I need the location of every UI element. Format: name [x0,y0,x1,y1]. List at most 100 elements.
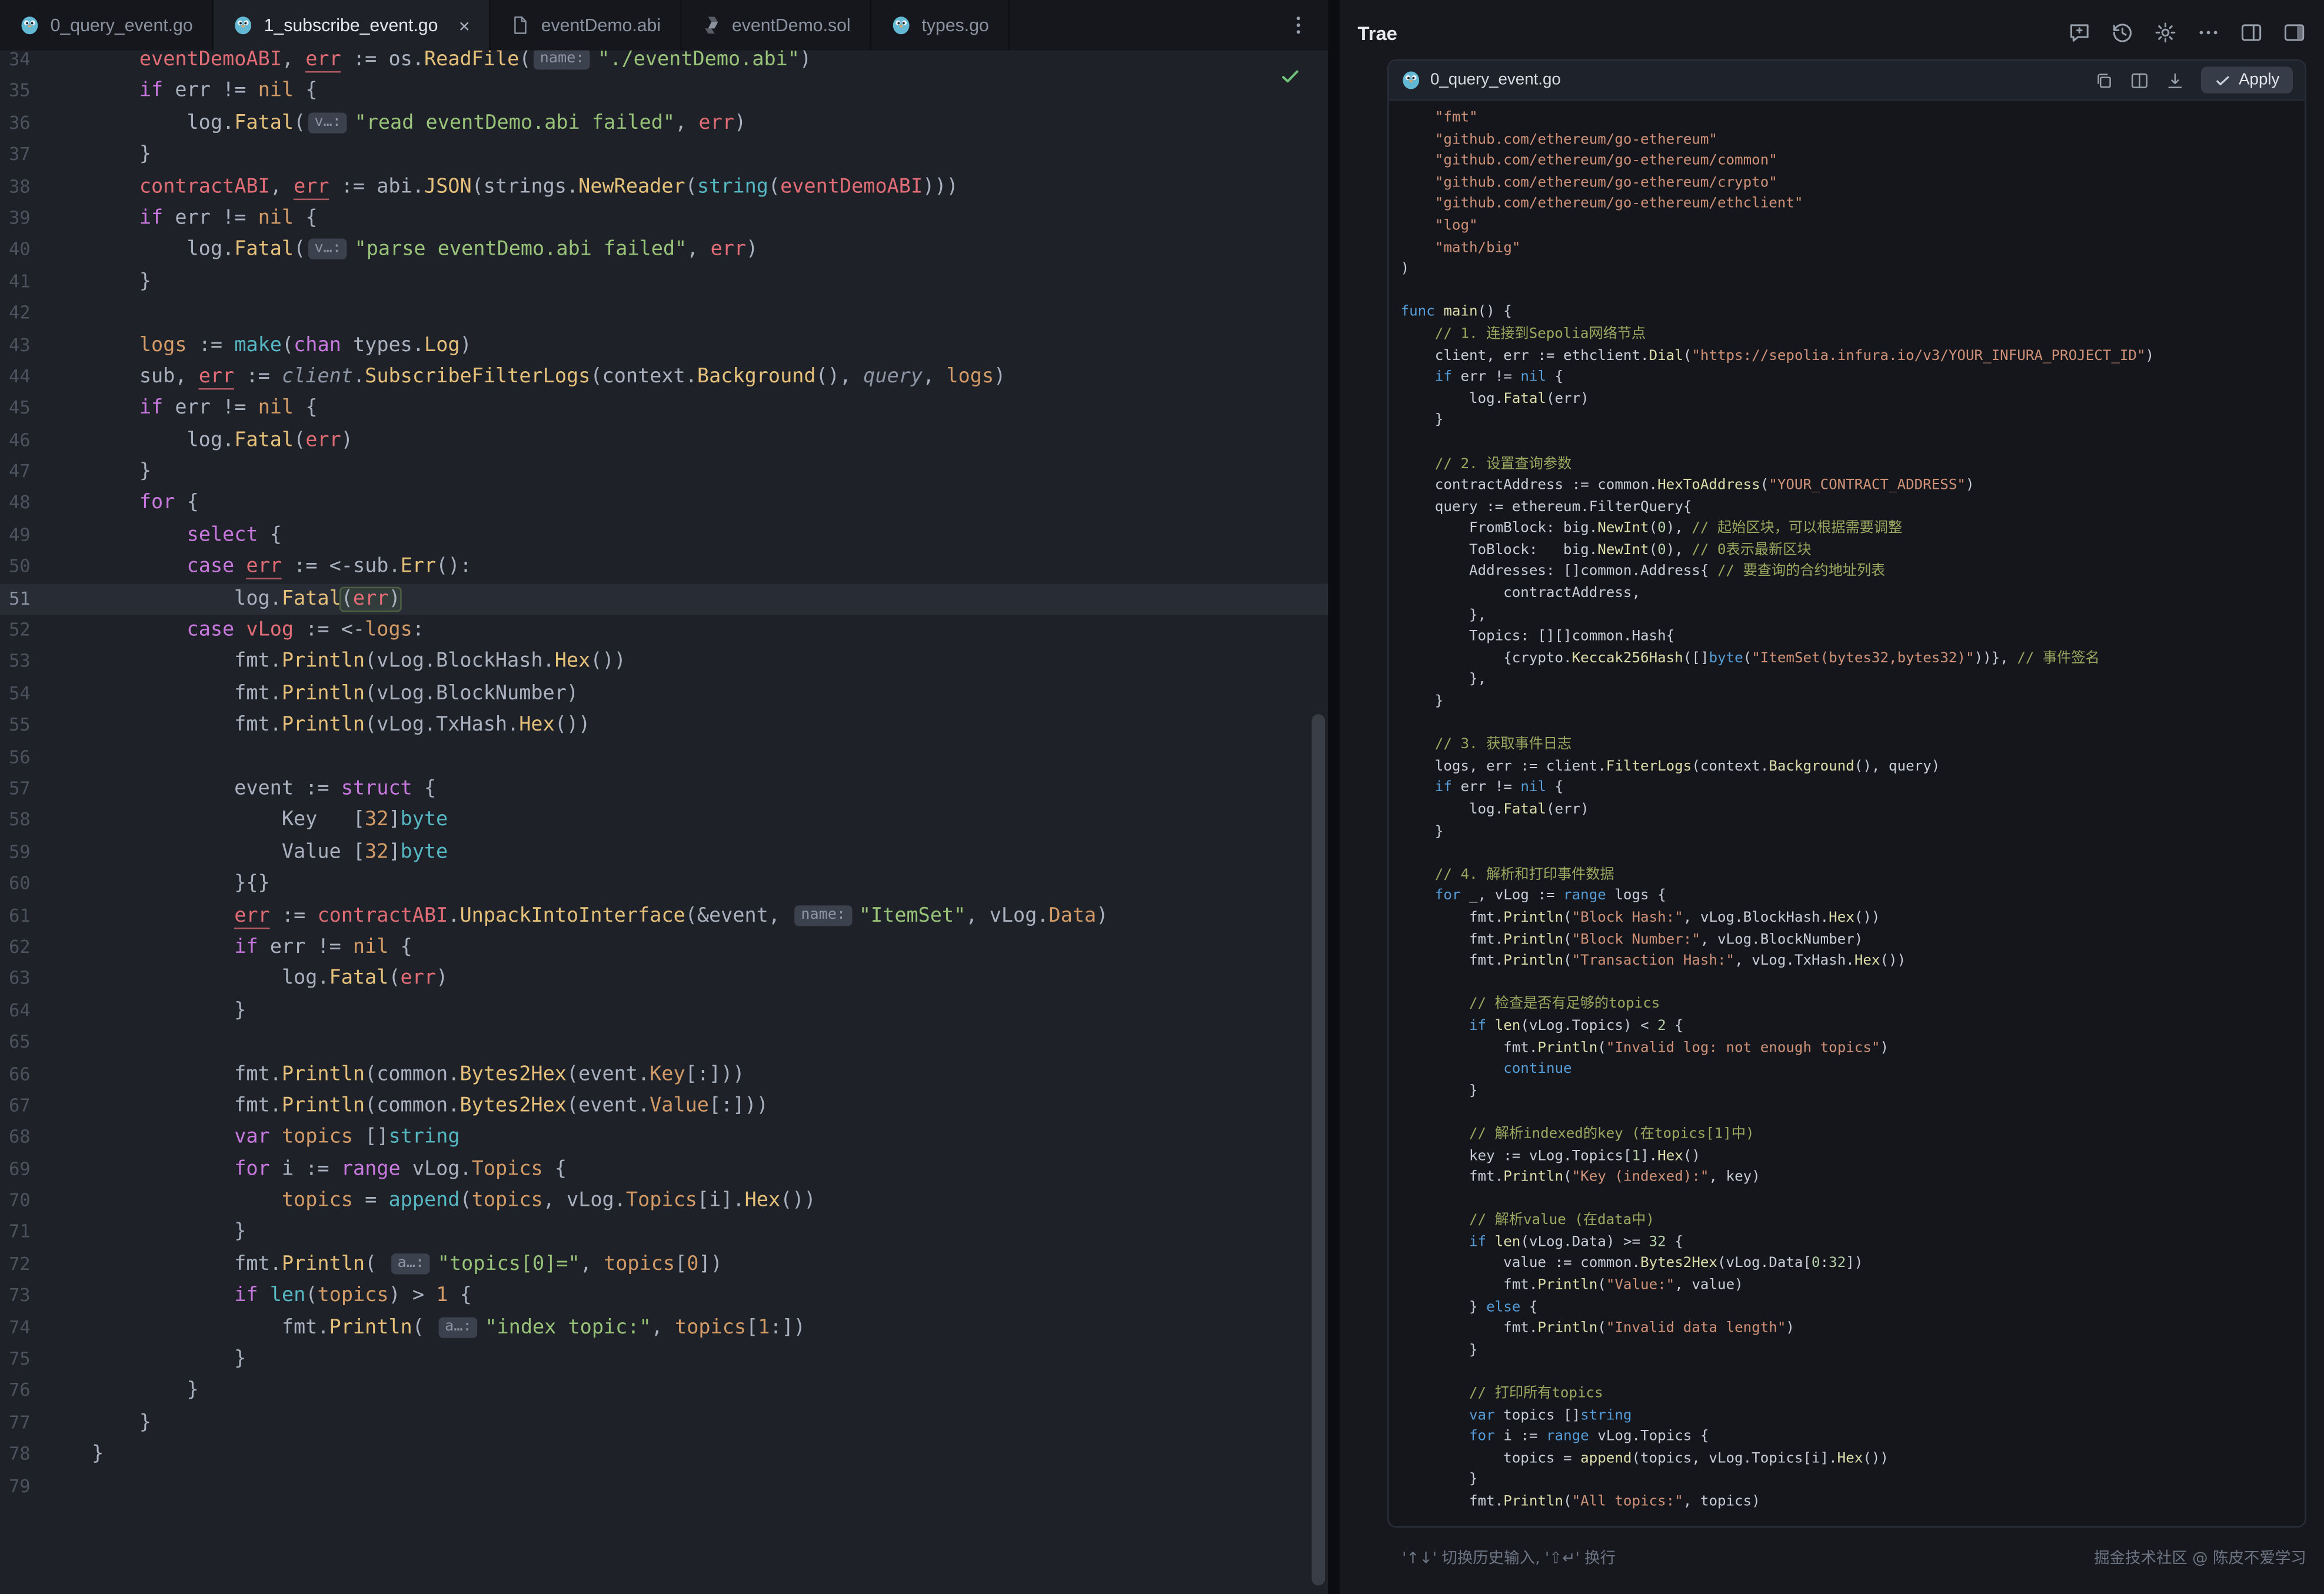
line-number[interactable]: 65 [0,1027,86,1059]
code-line-53[interactable]: 53 fmt.Println(vLog.BlockHash.Hex()) [0,646,1328,678]
copy-code-icon[interactable] [2095,71,2115,90]
line-number[interactable]: 77 [0,1408,86,1439]
line-number[interactable]: 60 [0,869,86,901]
code-line-67[interactable]: 67 fmt.Println(common.Bytes2Hex(event.Va… [0,1091,1328,1122]
code-line-36[interactable]: 36 log.Fatal(v…:"read eventDemo.abi fail… [0,108,1328,139]
line-number[interactable]: 78 [0,1439,86,1471]
code-line-56[interactable]: 56 [0,742,1328,773]
code-line-62[interactable]: 62 if err != nil { [0,932,1328,963]
code-line-64[interactable]: 64 } [0,995,1328,1027]
line-number[interactable]: 49 [0,520,86,552]
code-line-73[interactable]: 73 if len(topics) > 1 { [0,1280,1328,1312]
code-line-44[interactable]: 44 sub, err := client.SubscribeFilterLog… [0,361,1328,393]
line-number[interactable]: 48 [0,488,86,520]
line-number[interactable]: 40 [0,235,86,266]
code-line-74[interactable]: 74 fmt.Println( a…:"index topic:", topic… [0,1312,1328,1344]
new-chat-icon[interactable] [2067,21,2091,44]
code-line-71[interactable]: 71 } [0,1217,1328,1249]
panel-layout-icon[interactable] [2239,21,2263,44]
code-line-40[interactable]: 40 log.Fatal(v…:"parse eventDemo.abi fai… [0,235,1328,266]
line-number[interactable]: 63 [0,963,86,995]
code-line-60[interactable]: 60 }{} [0,869,1328,901]
collapse-panel-icon[interactable] [2282,21,2306,44]
tab-0_query_event.go[interactable]: 0_query_event.go [0,0,214,51]
code-line-54[interactable]: 54 fmt.Println(vLog.BlockNumber) [0,678,1328,710]
tab-types.go[interactable]: types.go [871,0,1010,51]
line-number[interactable]: 69 [0,1154,86,1186]
code-line-79[interactable]: 79 [0,1470,1328,1502]
line-number[interactable]: 46 [0,425,86,456]
code-line-42[interactable]: 42 [0,298,1328,330]
code-line-61[interactable]: 61 err := contractABI.UnpackIntoInterfac… [0,900,1328,932]
line-number[interactable]: 74 [0,1312,86,1344]
code-line-47[interactable]: 47 } [0,456,1328,488]
line-number[interactable]: 79 [0,1470,86,1502]
code-line-65[interactable]: 65 [0,1027,1328,1059]
line-number[interactable]: 50 [0,552,86,583]
line-number[interactable]: 70 [0,1185,86,1217]
line-number[interactable]: 71 [0,1217,86,1249]
pane-divider[interactable] [1328,0,1340,1594]
line-number[interactable]: 51 [0,583,86,615]
insert-code-icon[interactable] [2166,71,2186,90]
line-number[interactable]: 36 [0,108,86,139]
line-number[interactable]: 64 [0,995,86,1027]
line-number[interactable]: 61 [0,900,86,932]
code-line-43[interactable]: 43 logs := make(chan types.Log) [0,330,1328,362]
line-number[interactable]: 76 [0,1376,86,1408]
line-number[interactable]: 57 [0,773,86,805]
code-line-70[interactable]: 70 topics = append(topics, vLog.Topics[i… [0,1185,1328,1217]
tab-bar-more-icon[interactable] [1287,14,1310,37]
code-line-63[interactable]: 63 log.Fatal(err) [0,963,1328,995]
code-line-77[interactable]: 77 } [0,1408,1328,1439]
code-line-34[interactable]: 34 eventDemoABI, err := os.ReadFile(name… [0,51,1328,76]
tab-1_subscribe_event.go[interactable]: 1_subscribe_event.go× [214,0,491,51]
line-number[interactable]: 66 [0,1059,86,1091]
line-number[interactable]: 55 [0,710,86,742]
line-number[interactable]: 68 [0,1122,86,1154]
code-line-58[interactable]: 58 Key [32]byte [0,805,1328,837]
line-number[interactable]: 44 [0,361,86,393]
code-line-69[interactable]: 69 for i := range vLog.Topics { [0,1154,1328,1186]
editor-scrollbar[interactable] [1311,714,1325,1585]
line-number[interactable]: 56 [0,742,86,773]
code-line-37[interactable]: 37 } [0,139,1328,171]
line-number[interactable]: 47 [0,456,86,488]
code-line-45[interactable]: 45 if err != nil { [0,393,1328,425]
line-number[interactable]: 53 [0,646,86,678]
line-number[interactable]: 54 [0,678,86,710]
apply-button[interactable]: Apply [2202,66,2293,93]
code-editor[interactable]: 34 eventDemoABI, err := os.ReadFile(name… [0,51,1328,1594]
code-line-35[interactable]: 35 if err != nil { [0,76,1328,108]
line-number[interactable]: 39 [0,203,86,235]
code-line-39[interactable]: 39 if err != nil { [0,203,1328,235]
line-number[interactable]: 37 [0,139,86,171]
code-line-41[interactable]: 41 } [0,266,1328,298]
code-line-72[interactable]: 72 fmt.Println( a…:"topics[0]=", topics[… [0,1249,1328,1280]
code-line-48[interactable]: 48 for { [0,488,1328,520]
code-line-76[interactable]: 76 } [0,1376,1328,1408]
more-options-icon[interactable] [2196,21,2220,44]
line-number[interactable]: 34 [0,51,86,76]
line-number[interactable]: 58 [0,805,86,837]
settings-gear-icon[interactable] [2153,21,2177,44]
code-line-52[interactable]: 52 case vLog := <-logs: [0,615,1328,647]
line-number[interactable]: 45 [0,393,86,425]
code-line-55[interactable]: 55 fmt.Println(vLog.TxHash.Hex()) [0,710,1328,742]
history-icon[interactable] [2110,21,2134,44]
code-line-46[interactable]: 46 log.Fatal(err) [0,425,1328,456]
line-number[interactable]: 43 [0,330,86,362]
assistant-code-block[interactable]: "fmt" "github.com/ethereum/go-ethereum" … [1389,101,2305,1525]
line-number[interactable]: 73 [0,1280,86,1312]
line-number[interactable]: 67 [0,1091,86,1122]
diff-view-icon[interactable] [2130,71,2150,90]
tab-close-icon[interactable]: × [459,15,470,35]
line-number[interactable]: 59 [0,837,86,869]
code-line-57[interactable]: 57 event := struct { [0,773,1328,805]
code-line-49[interactable]: 49 select { [0,520,1328,552]
tab-eventDemo.sol[interactable]: eventDemo.sol [681,0,871,51]
code-line-59[interactable]: 59 Value [32]byte [0,837,1328,869]
line-number[interactable]: 41 [0,266,86,298]
line-number[interactable]: 42 [0,298,86,330]
code-line-50[interactable]: 50 case err := <-sub.Err(): [0,552,1328,583]
